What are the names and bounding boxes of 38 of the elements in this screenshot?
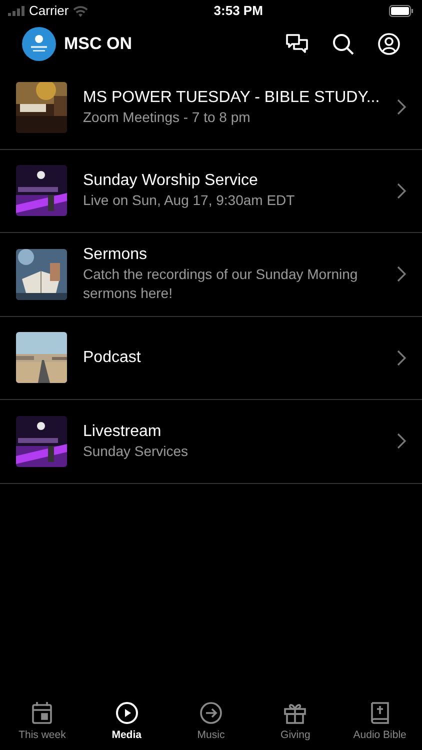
item-title: Livestream	[83, 422, 162, 442]
item-subtitle: Sunday Services	[83, 442, 190, 461]
list-item[interactable]: Sunday Worship Service Live on Sun, Aug 17, 9:30am EDT	[0, 150, 422, 233]
status-time: 3:53 PM	[214, 2, 263, 20]
chevron-icon	[397, 433, 406, 450]
chat-icon[interactable]	[286, 34, 308, 54]
item-title: Sermons	[83, 245, 148, 266]
list-item[interactable]: MS POWER TUESDAY - BIBLE STUDY... Zoom Meetings - 7 to 8 pm	[0, 66, 422, 150]
chevron-icon	[397, 350, 406, 366]
play-icon	[116, 702, 138, 724]
app-title: MSC ON	[64, 33, 133, 56]
signal-icon	[8, 6, 25, 16]
calendar-icon	[32, 702, 52, 724]
list-item[interactable]: Podcast	[0, 316, 422, 400]
wifi-icon	[72, 6, 88, 16]
tab[interactable]: Music	[168, 698, 254, 750]
search-icon[interactable]	[332, 33, 354, 55]
profile-icon[interactable]	[378, 33, 400, 55]
item-title: Podcast	[83, 348, 142, 368]
chevron-icon	[397, 182, 406, 199]
book-icon	[370, 702, 389, 724]
list-item[interactable]: Sermons Catch the recordings of our Sunday Morning sermons here!	[0, 233, 422, 316]
gift-icon	[284, 702, 306, 724]
item-subtitle: Catch the recordings of our Sunday Morning sermons here!	[83, 265, 359, 304]
chevron-icon	[397, 99, 406, 116]
chevron-icon	[397, 266, 406, 282]
item-subtitle: Live on Sun, Aug 17, 9:30am EDT	[83, 191, 296, 210]
battery-icon	[389, 5, 414, 17]
tab[interactable]: Giving	[253, 698, 338, 750]
list-item[interactable]: Livestream Sunday Services	[0, 400, 422, 484]
tab[interactable]: Media	[84, 698, 169, 750]
item-title: Sunday Worship Service	[83, 171, 259, 192]
carrier-name: Carrier	[29, 2, 69, 20]
item-subtitle: Zoom Meetings - 7 to 8 pm	[83, 108, 252, 127]
tab[interactable]: Audio Bible	[338, 698, 422, 750]
tab[interactable]: This week	[0, 698, 84, 750]
logo-icon	[22, 27, 56, 61]
item-title: MS POWER TUESDAY - BIBLE STUDY...	[83, 88, 381, 108]
